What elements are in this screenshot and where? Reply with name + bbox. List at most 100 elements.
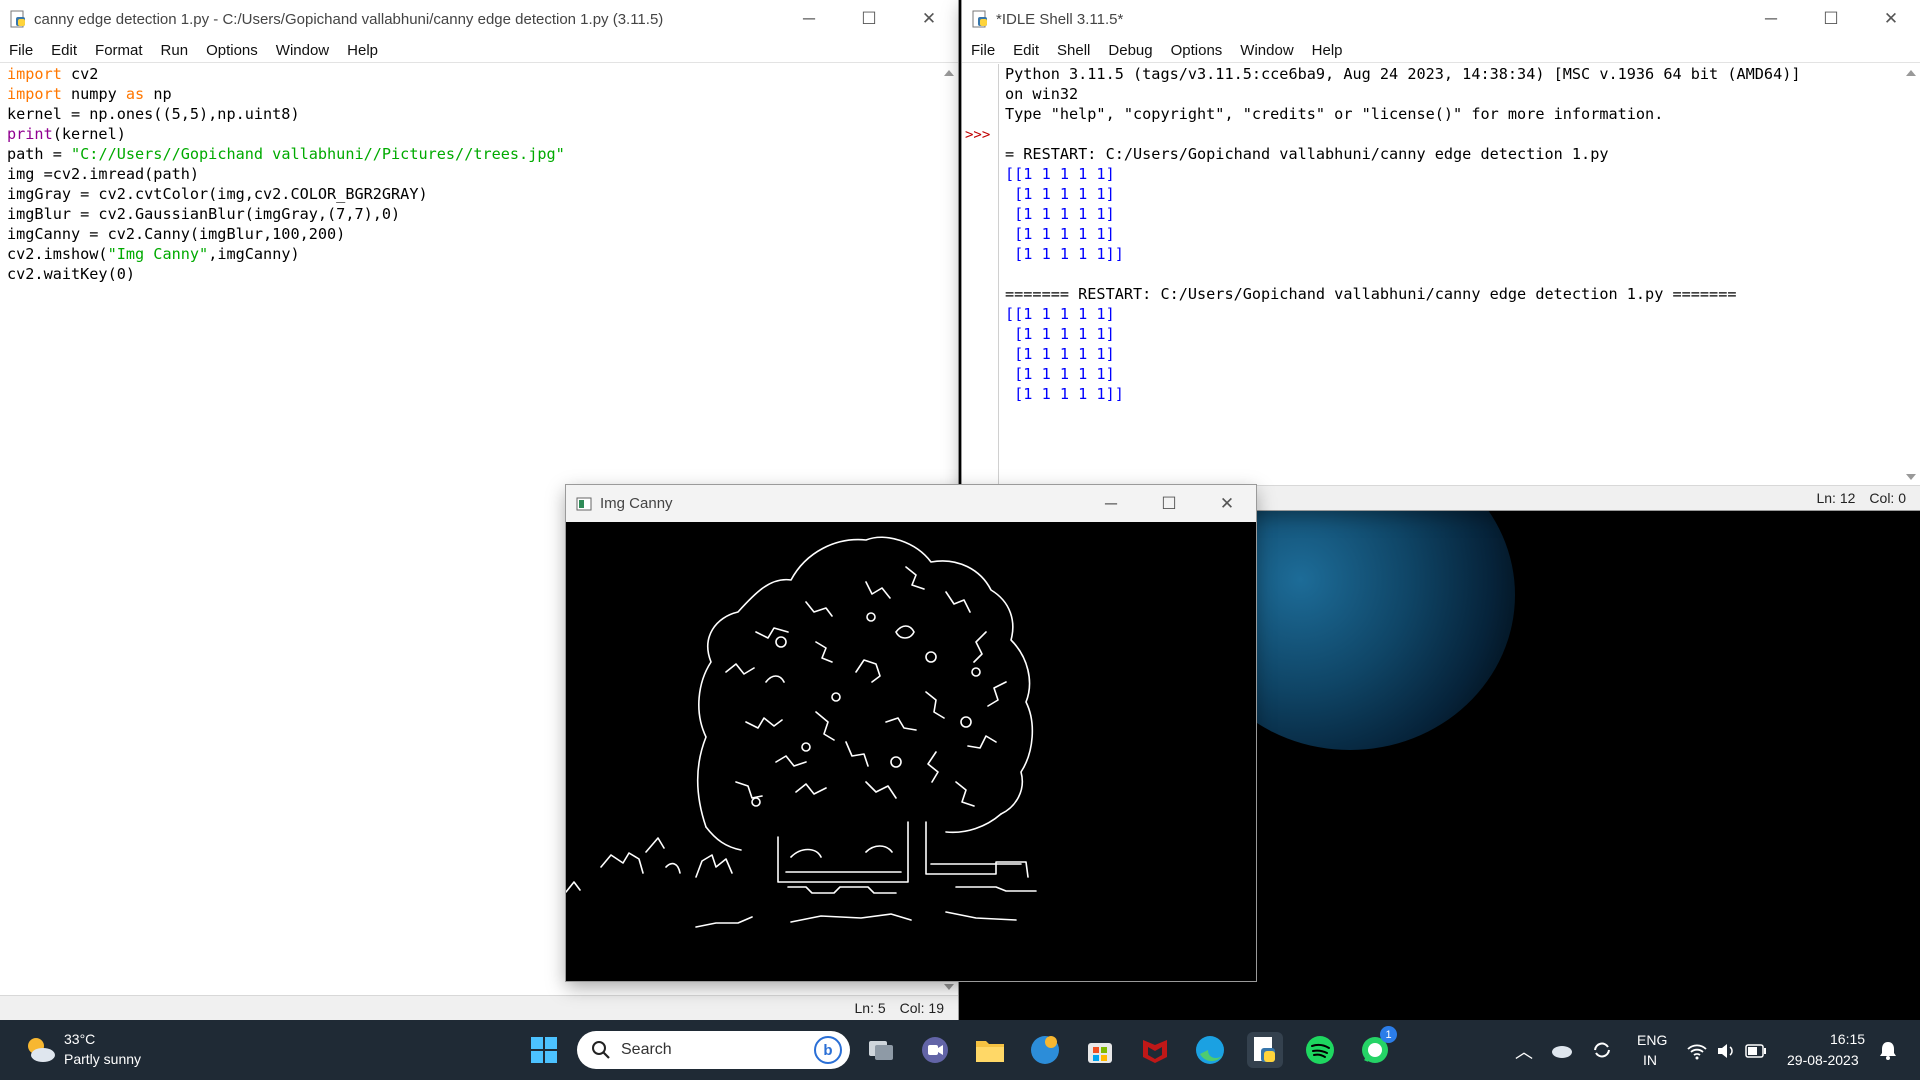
canny-close-button[interactable]: ✕ [1198,485,1256,523]
shell-line: [1 1 1 1 1] [1005,345,1115,363]
menu-edit[interactable]: Edit [42,42,86,59]
shell-scroll-down-arrow-icon[interactable] [1906,474,1916,480]
spotify-icon[interactable] [1302,1032,1338,1068]
shell-line: [1 1 1 1 1]] [1005,385,1124,403]
menu-file[interactable]: File [0,42,42,59]
editor-title: canny edge detection 1.py - C:/Users/Gop… [34,10,664,28]
menu-options[interactable]: Options [197,42,267,59]
shell-output-text-area[interactable]: Python 3.11.5 (tags/v3.11.5:cce6ba9, Aug… [1005,64,1895,484]
canny-maximize-button[interactable]: ☐ [1140,485,1198,523]
shell-scroll-up-arrow-icon[interactable] [1906,70,1916,76]
volume-icon[interactable] [1716,1042,1736,1060]
shell-line: [1 1 1 1 1]] [1005,245,1124,263]
clock-date[interactable]: 29-08-2023 [1787,1052,1859,1068]
shell-gutter: >>> [962,64,999,484]
show-hidden-icons-chevron-icon[interactable]: ︿ [1515,1038,1533,1064]
shell-line: = RESTART: C:/Users/Gopichand vallabhuni… [1005,145,1609,163]
maximize-button[interactable]: ☐ [840,0,898,38]
close-button[interactable]: ✕ [900,0,958,38]
code-line: path = "C://Users//Gopichand vallabhuni/… [7,144,927,164]
code-token: cv2.waitKey(0) [7,265,136,283]
code-line: cv2.imshow("Img Canny",imgCanny) [7,244,927,264]
edge-lines [566,536,1037,928]
teams-meet-icon[interactable] [917,1032,953,1068]
canny-titlebar[interactable]: Img Canny ─ ☐ ✕ [566,485,1256,522]
shell-titlebar[interactable]: *IDLE Shell 3.11.5* ─ ☐ ✕ [962,0,1920,38]
opencv-window-icon [576,497,592,510]
canny-title: Img Canny [600,495,673,512]
canny-minimize-button[interactable]: ─ [1082,485,1140,523]
battery-icon[interactable] [1745,1044,1767,1058]
code-token: imgGray = cv2.cvtColor(img,cv2.COLOR_BGR… [7,185,428,203]
shell-line: [[1 1 1 1 1] [1005,165,1115,183]
shell-menu-file[interactable]: File [962,42,1004,59]
whatsapp-icon[interactable]: 1 [1357,1026,1397,1068]
code-token: imgCanny = cv2.Canny(imgBlur,100,200) [7,225,346,243]
shell-line: [1 1 1 1 1] [1005,365,1115,383]
shell-close-button[interactable]: ✕ [1862,0,1920,38]
code-token: path = [7,145,72,163]
weather-app-icon[interactable] [1027,1032,1063,1068]
shell-menu-edit[interactable]: Edit [1004,42,1048,59]
python-file-icon [10,10,25,28]
scroll-up-arrow-icon[interactable] [944,70,954,76]
file-explorer-icon[interactable] [972,1032,1008,1068]
notification-bell-icon[interactable] [1878,1040,1898,1060]
shell-menubar: File Edit Shell Debug Options Window Hel… [962,38,1920,63]
code-token: import [7,85,62,103]
taskbar-search-box[interactable]: Search b [577,1031,850,1069]
shell-line: [1 1 1 1 1] [1005,225,1115,243]
clock-time[interactable]: 16:15 [1830,1031,1865,1047]
shell-menu-shell[interactable]: Shell [1048,42,1099,59]
mcafee-icon[interactable] [1137,1032,1173,1068]
shell-minimize-button[interactable]: ─ [1742,0,1800,38]
shell-line: [1 1 1 1 1] [1005,185,1115,203]
edge-icon[interactable] [1192,1032,1228,1068]
minimize-button[interactable]: ─ [780,0,838,38]
code-line: imgBlur = cv2.GaussianBlur(imgGray,(7,7)… [7,204,927,224]
search-icon [592,1041,610,1059]
canny-image-window: Img Canny ─ ☐ ✕ [566,485,1256,981]
weather-description: Partly sunny [64,1051,142,1067]
code-token: imgBlur = cv2.GaussianBlur(imgGray,(7,7)… [7,205,401,223]
task-view-icon[interactable] [863,1032,899,1068]
weather-widget[interactable]: 33°C Partly sunny [18,1028,178,1072]
shell-line: [1 1 1 1 1] [1005,325,1115,343]
code-line: print(kernel) [7,124,927,144]
search-placeholder: Search [621,1041,672,1058]
windows-start-icon[interactable] [526,1032,562,1068]
idle-python-icon[interactable] [1247,1032,1283,1068]
menu-format[interactable]: Format [86,42,152,59]
microsoft-store-icon[interactable] [1082,1032,1118,1068]
scroll-down-arrow-icon[interactable] [944,984,954,990]
code-line: import numpy as np [7,84,927,104]
shell-line: on win32 [1005,85,1079,103]
code-line: img =cv2.imread(path) [7,164,927,184]
shell-line: [[1 1 1 1 1] [1005,305,1115,323]
editor-line-number: Ln: 5 [854,1000,886,1016]
partly-sunny-icon [28,1038,55,1062]
bing-icon[interactable]: b [814,1036,842,1064]
shell-scrollbar[interactable] [1902,64,1920,486]
editor-titlebar[interactable]: canny edge detection 1.py - C:/Users/Gop… [0,0,958,38]
menu-help[interactable]: Help [338,42,387,59]
shell-menu-debug[interactable]: Debug [1099,42,1161,59]
code-token: "C://Users//Gopichand vallabhuni//Pictur… [71,145,565,163]
shell-title: *IDLE Shell 3.11.5* [996,10,1124,28]
shell-menu-window[interactable]: Window [1231,42,1302,59]
onedrive-cloud-icon[interactable] [1550,1042,1574,1058]
code-line: imgGray = cv2.cvtColor(img,cv2.COLOR_BGR… [7,184,927,204]
python-shell-icon [972,10,987,28]
input-language-bottom[interactable]: IN [1643,1052,1657,1068]
shell-menu-help[interactable]: Help [1303,42,1352,59]
sync-icon[interactable] [1591,1039,1613,1061]
code-line: kernel = np.ones((5,5),np.uint8) [7,104,927,124]
input-language-top[interactable]: ENG [1637,1032,1667,1048]
menu-window[interactable]: Window [267,42,338,59]
wifi-icon[interactable] [1686,1042,1708,1060]
code-line: imgCanny = cv2.Canny(imgBlur,100,200) [7,224,927,244]
shell-maximize-button[interactable]: ☐ [1802,0,1860,38]
menu-run[interactable]: Run [152,42,198,59]
shell-menu-options[interactable]: Options [1162,42,1232,59]
